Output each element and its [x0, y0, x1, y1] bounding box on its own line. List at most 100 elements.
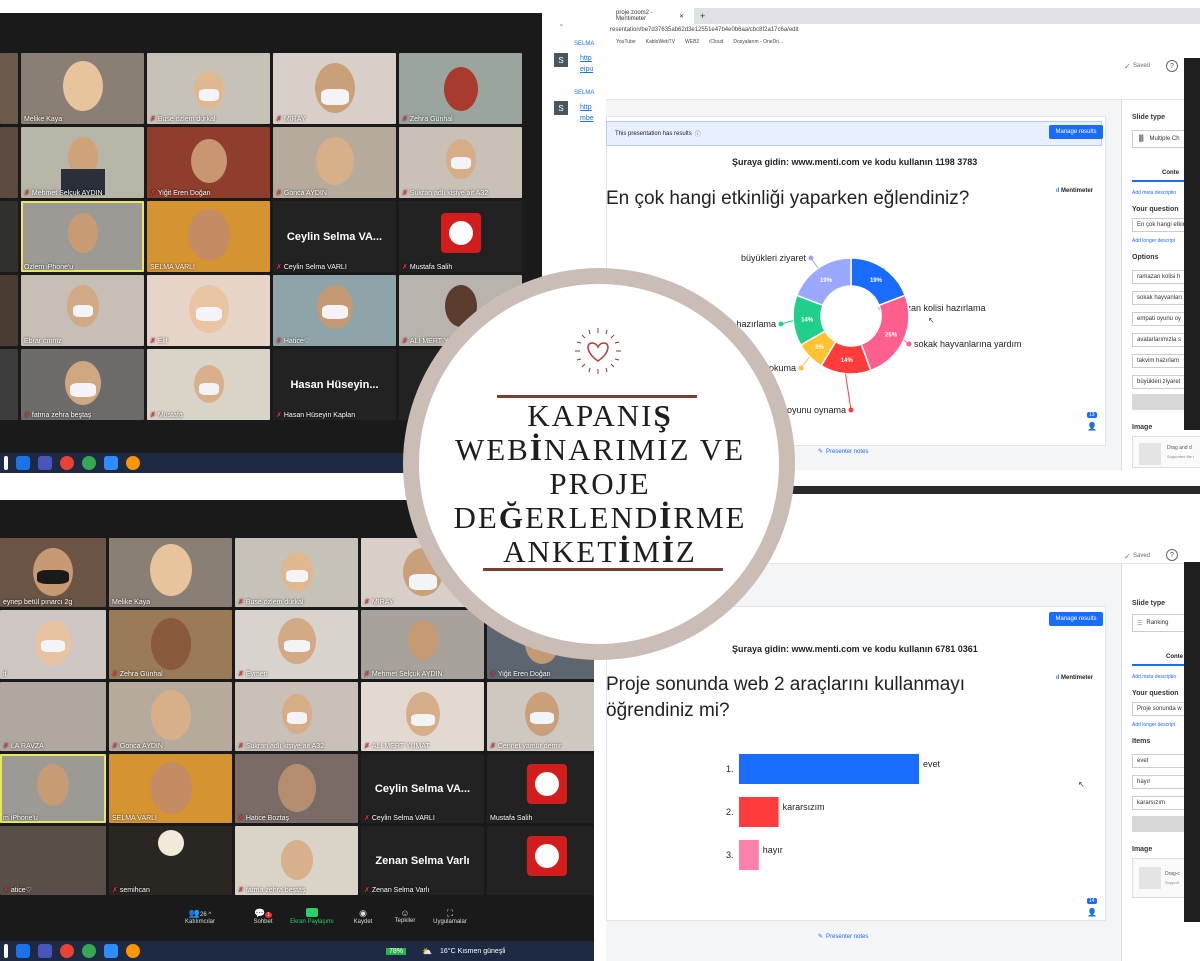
participant-name: atice♡ [10, 887, 32, 894]
share-screen-button[interactable]: Ekran Paylaşımı [284, 908, 340, 925]
browser-tab[interactable]: proje zoom2 - Mentimeter ✕ [606, 8, 694, 24]
help-icon[interactable]: ? [1166, 60, 1178, 72]
bookmark-kablowebtv[interactable]: KabloWebTV [646, 39, 675, 45]
chat-link[interactable]: http [580, 104, 592, 111]
video-tile[interactable]: ✗ semihcan [109, 826, 232, 895]
video-tile[interactable] [487, 826, 594, 895]
manage-results-button[interactable]: Manage results [1049, 125, 1103, 139]
slice-percent-label: 19% [820, 278, 833, 284]
video-tile[interactable]: ✗ Hatice♡ [273, 275, 396, 346]
video-tile[interactable] [0, 53, 18, 124]
muted-mic-icon: ✗ [364, 743, 370, 750]
video-tile[interactable]: ✗ LA RAVZA [0, 682, 106, 751]
participant-name: MİRAY [283, 116, 306, 123]
chrome-icon[interactable] [60, 944, 74, 958]
video-tile[interactable]: Ebrar cmmz [21, 275, 144, 346]
chat-link[interactable]: mbe [580, 115, 594, 122]
add-meta-link[interactable]: Add meta descriptio [1132, 190, 1176, 196]
apps-icon: ⛶ [446, 908, 454, 918]
bar-category-label: hayır [763, 845, 783, 855]
participants-button[interactable]: 👥26 ^ Katılımcılar [180, 908, 220, 925]
tab-content[interactable]: Conte [1162, 170, 1179, 176]
app-icon[interactable] [4, 944, 8, 958]
chevron-down-icon[interactable]: ⌄ [558, 19, 565, 28]
join-instructions: Şuraya gidin: www.menti.com ve kodu kull… [732, 644, 978, 654]
chat-link[interactable]: eipu [580, 66, 593, 73]
add-longer-link[interactable]: Add longer descript [1132, 238, 1175, 244]
video-tile-active-speaker[interactable]: m iPhone'u [0, 754, 106, 823]
chat-link[interactable]: http [580, 55, 592, 62]
video-tile[interactable]: ✗ Zehra Günhal [399, 53, 522, 124]
l-app-icon[interactable] [16, 944, 30, 958]
bookmark-onedrive[interactable]: Dosyalarım - OneDri... [733, 39, 783, 45]
video-tile[interactable] [0, 275, 18, 346]
video-tile-off[interactable]: Ceylin Selma VA... ✗ Ceylin Selma VARLI [361, 754, 484, 823]
close-icon[interactable]: ✕ [679, 13, 684, 20]
caret-up-icon[interactable]: ^ [207, 912, 211, 918]
url-bar[interactable]: resentation/be7d37635ab62d3e12551e47b4e0… [606, 24, 1200, 36]
video-tile[interactable]: Mustafa Salih [487, 754, 594, 823]
video-tile[interactable]: ✗ Hatice Boztaş [235, 754, 358, 823]
video-tile[interactable]: ✗ Cennet yamur demir [487, 682, 594, 751]
bookmark-icloud[interactable]: iCloud [709, 39, 723, 45]
muted-mic-icon: ✗ [238, 671, 244, 678]
weather-text: 16°C Kısmen güneşli [439, 947, 506, 955]
manage-results-button[interactable]: Manage results [1049, 612, 1103, 626]
video-tile[interactable]: ✗ Elif [147, 275, 270, 346]
video-tile[interactable]: ✗ Sukran adlı kişiye ait A32 [235, 682, 358, 751]
video-tile[interactable]: ✗ Buse özlem durkal [147, 53, 270, 124]
reactions-button[interactable]: ☺ Tepkiler [388, 908, 422, 924]
mentimeter-logo: ıl Mentimeter [1056, 675, 1094, 681]
video-tile[interactable]: ✗ Yiğit Eren Doğan [147, 127, 270, 198]
bookmark-web2[interactable]: WEB2 [685, 39, 699, 45]
video-tile[interactable]: SELMA VARLI [147, 201, 270, 272]
video-tile[interactable]: ✗ fatma zehra beştaş [235, 826, 358, 895]
chat-button[interactable]: 💬 1 Sohbet [246, 908, 280, 925]
video-tile[interactable]: ✗ Mustafa Salih [399, 201, 522, 272]
presenter-notes-button[interactable]: ✎ Presenter notes [818, 933, 868, 941]
zoom-icon[interactable] [104, 944, 118, 958]
muted-mic-icon: ✗ [238, 743, 244, 750]
video-tile[interactable]: SELMA VARLI [109, 754, 232, 823]
video-tile[interactable]: ✗ Sukran adlı kişiye ait A32 [399, 127, 522, 198]
add-longer-link[interactable]: Add longer descript [1132, 722, 1175, 728]
muted-mic-icon: ✗ [364, 887, 370, 894]
participant-name: Zehra Günhal [409, 116, 453, 123]
video-tile[interactable]: if [0, 610, 106, 679]
record-button[interactable]: ◉ Kaydet [348, 908, 378, 925]
video-tile[interactable]: ✗ atice♡ [0, 826, 106, 895]
video-tile[interactable]: ✗ Zehra Günhal [109, 610, 232, 679]
mentimeter-logo: ıl Mentimeter [1056, 188, 1094, 194]
video-tile[interactable]: ✗ Gonca AYDIN [109, 682, 232, 751]
muted-mic-icon: ✗ [402, 116, 408, 123]
video-tile[interactable] [0, 127, 18, 198]
video-tile-off[interactable]: Zenan Selma Varlı ✗ Zenan Selma Varlı [361, 826, 484, 895]
muted-mic-icon: ✗ [490, 671, 496, 678]
video-tile[interactable] [0, 201, 18, 272]
add-meta-link[interactable]: Add meta descriptio [1132, 674, 1176, 680]
slide-question-line2: öğrendiniz mi? [606, 700, 730, 721]
video-tile[interactable]: ✗ MİRAY [273, 53, 396, 124]
legend-dot [798, 365, 804, 371]
slice-category-label: okuma [769, 363, 796, 373]
teams-icon[interactable] [38, 944, 52, 958]
slice-percent-label: 8% [815, 345, 824, 351]
video-tile[interactable]: ✗ Mehmet Selçuk AYDIN [21, 127, 144, 198]
muted-mic-icon: ✗ [276, 338, 282, 345]
apps-button[interactable]: ⛶ Uygulamalar [428, 908, 472, 925]
bookmark-youtube[interactable]: YouTube [616, 39, 636, 45]
smiley-icon: ☺ [400, 908, 410, 918]
participant-name: LA RAVZA [10, 743, 44, 750]
video-tile[interactable]: ✗ ALİ MERT YUMAT [361, 682, 484, 751]
video-tile[interactable]: ✗ Mehmet Selçuk AYDIN [361, 610, 484, 679]
tab-content[interactable]: Conte [1166, 654, 1183, 660]
video-tile-off[interactable]: Ceylin Selma VA... ✗ Ceylin Selma VARLI [273, 201, 396, 272]
video-tile[interactable]: Melike Kaya [21, 53, 144, 124]
new-tab-icon[interactable]: + [700, 11, 705, 21]
participant-name: semihcan [119, 887, 150, 894]
video-tile[interactable]: ✗ Eymen [235, 610, 358, 679]
chrome-icon[interactable] [82, 944, 96, 958]
firefox-icon[interactable] [126, 944, 140, 958]
video-tile-active-speaker[interactable]: Özlem iPhone'u [21, 201, 144, 272]
video-tile[interactable]: ✗ Gonca AYDIN [273, 127, 396, 198]
